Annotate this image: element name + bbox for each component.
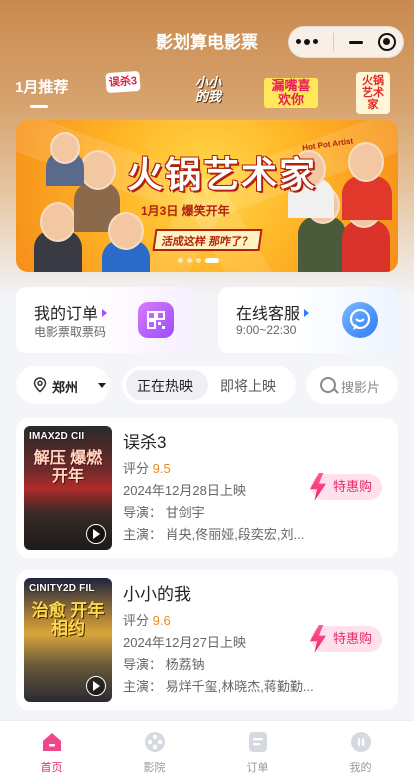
movie-score: 评分 9.5 xyxy=(123,461,171,476)
movie-director: 导演： 杨荔钠 xyxy=(123,657,205,672)
movie-cast: 主演： 易烊千玺,林晓杰,蒋勤勤... xyxy=(123,679,314,694)
customer-service-card[interactable]: 在线客服 9:00~22:30 xyxy=(218,287,398,353)
category-tabs: 1月推荐 误杀3 小小的我 漏嘴喜欢你 火锅艺术家 xyxy=(0,70,414,114)
my-orders-title: 我的订单 xyxy=(34,300,108,324)
category-logo-huoguo[interactable]: 火锅艺术家 xyxy=(356,72,390,114)
tabbar-item-cinema[interactable]: 影院 xyxy=(103,721,206,780)
mini-program-capsule xyxy=(288,26,404,58)
movie-card[interactable]: IMAX2D CII 解压 爆燃开年 误杀3 评分 9.5 2024年12月28… xyxy=(16,418,398,558)
movie-director: 导演： 甘剑宇 xyxy=(123,505,205,520)
pager-dot xyxy=(178,258,183,263)
tabbar-label: 影院 xyxy=(143,762,166,774)
order-list-icon xyxy=(249,732,267,752)
actor-face xyxy=(80,150,116,190)
movie-cast: 主演： 肖央,佟丽娅,段奕宏,刘... xyxy=(123,527,305,542)
category-tab-recommend[interactable]: 1月推荐 xyxy=(15,76,68,97)
tab-coming-soon[interactable]: 即将上映 xyxy=(220,376,276,396)
movie-title: 小小的我 xyxy=(123,585,191,604)
actor-face xyxy=(40,202,76,242)
city-selector[interactable]: 郑州 xyxy=(16,366,110,404)
my-orders-card[interactable]: 我的订单 电影票取票码 xyxy=(16,287,194,353)
buy-discount-button[interactable]: 特惠购 xyxy=(309,625,382,653)
pager-dot-active xyxy=(205,258,219,263)
category-tab-indicator xyxy=(30,105,48,108)
movie-release-date: 2024年12月27日上映 xyxy=(123,635,246,650)
tabbar-label: 我的 xyxy=(349,762,372,774)
customer-service-title: 在线客服 xyxy=(236,300,310,324)
pager-dot xyxy=(187,258,192,263)
my-orders-subtitle: 电影票取票码 xyxy=(34,325,107,339)
home-icon xyxy=(43,733,61,751)
category-logo-loujuxihuan[interactable]: 漏嘴喜欢你 xyxy=(264,78,318,108)
tab-now-showing[interactable]: 正在热映 xyxy=(137,376,193,396)
play-icon[interactable] xyxy=(86,676,106,696)
play-icon[interactable] xyxy=(86,524,106,544)
search-icon xyxy=(320,377,336,393)
movie-status-tabs: 正在热映 即将上映 xyxy=(122,366,296,404)
close-target-icon[interactable] xyxy=(377,33,396,51)
movie-poster[interactable]: IMAX2D CII 解压 爆燃开年 xyxy=(24,426,112,550)
banner-slogan: 活成这样 那咋了？ xyxy=(152,229,263,251)
arrow-right-icon xyxy=(304,309,310,317)
banner-date: 1月3日 爆笑开年 xyxy=(141,204,230,218)
city-label: 郑州 xyxy=(52,380,79,395)
tabbar-item-mine[interactable]: 我的 xyxy=(309,721,412,780)
tabbar-label: 首页 xyxy=(40,762,63,774)
movie-release-date: 2024年12月28日上映 xyxy=(123,483,246,498)
bottom-tabbar: 首页 影院 订单 我的 xyxy=(0,720,414,780)
category-logo-xiaoxiao[interactable]: 小小的我 xyxy=(190,76,226,104)
category-logo-wusha3[interactable]: 误杀3 xyxy=(105,70,141,94)
location-pin-icon xyxy=(33,377,47,393)
tabbar-item-orders[interactable]: 订单 xyxy=(206,721,309,780)
movie-search[interactable]: 搜影片 xyxy=(306,366,398,404)
chat-icon xyxy=(342,302,378,338)
poster-art-text: 治愈 开年相约 xyxy=(31,601,105,638)
tabbar-item-home[interactable]: 首页 xyxy=(0,721,103,780)
movie-poster[interactable]: CINITY2D FIL 治愈 开年相约 xyxy=(24,578,112,702)
promo-banner[interactable]: Hot Pot Artist 火锅艺术家 1月3日 爆笑开年 活成这样 那咋了？ xyxy=(16,120,398,272)
pager-dot xyxy=(196,258,201,263)
poster-art-text: 解压 爆燃开年 xyxy=(33,450,103,485)
qrcode-icon xyxy=(138,302,174,338)
minimize-icon[interactable] xyxy=(348,40,363,44)
poster-format-tag: IMAX2D CII xyxy=(29,431,85,442)
banner-pager xyxy=(178,258,219,263)
poster-format-tag: CINITY2D FIL xyxy=(29,583,95,594)
more-icon[interactable] xyxy=(296,38,319,45)
buy-discount-button[interactable]: 特惠购 xyxy=(309,473,382,501)
customer-service-hours: 9:00~22:30 xyxy=(236,323,297,337)
actor-face xyxy=(348,142,384,182)
capsule-divider xyxy=(333,33,335,51)
lightning-icon xyxy=(309,625,327,653)
caret-down-icon xyxy=(98,383,106,388)
movie-card[interactable]: CINITY2D FIL 治愈 开年相约 小小的我 评分 9.6 2024年12… xyxy=(16,570,398,710)
actor-face xyxy=(108,212,144,250)
profile-icon xyxy=(351,732,371,752)
film-reel-icon xyxy=(145,732,165,752)
banner-title: 火锅艺术家 xyxy=(126,154,317,195)
search-placeholder: 搜影片 xyxy=(341,380,381,395)
tabbar-label: 订单 xyxy=(246,762,269,774)
actor-face xyxy=(50,132,80,164)
movie-title: 误杀3 xyxy=(123,433,167,452)
arrow-right-icon xyxy=(102,309,108,317)
actor-figure xyxy=(342,176,392,220)
actor-figure xyxy=(298,216,346,272)
movie-score: 评分 9.6 xyxy=(123,613,171,628)
lightning-icon xyxy=(309,473,327,501)
